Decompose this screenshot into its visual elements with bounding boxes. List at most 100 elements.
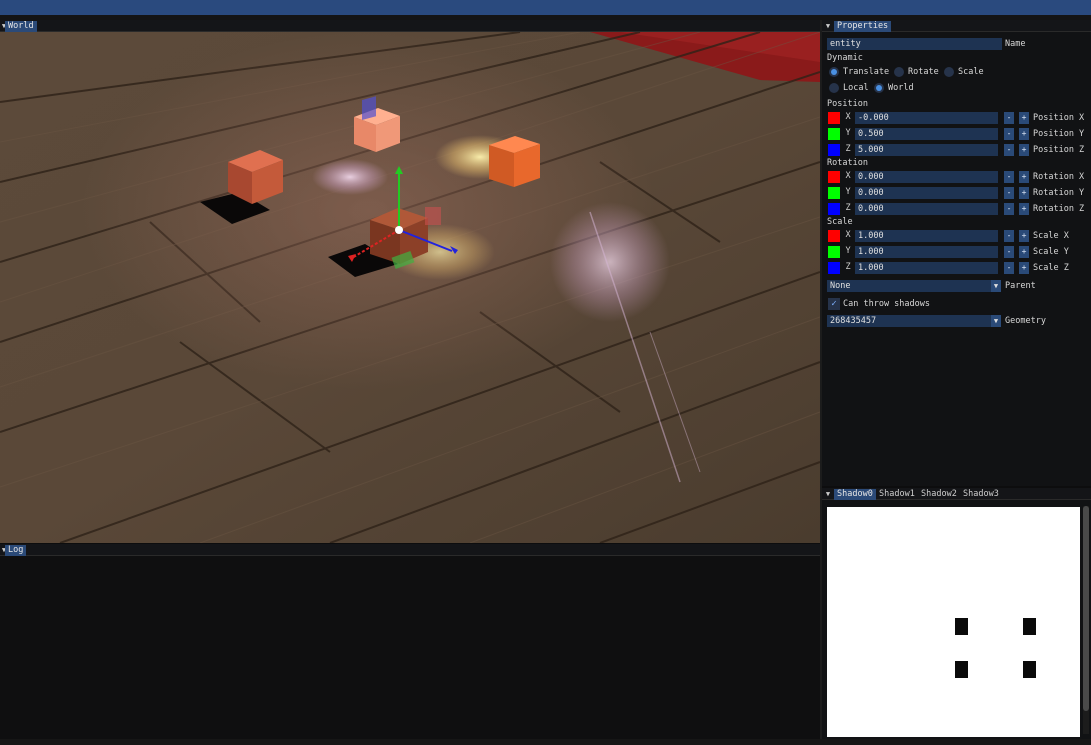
rotation-heading: Rotation <box>827 158 868 168</box>
position-z-label: Position Z <box>1033 145 1085 155</box>
tab-shadow0[interactable]: Shadow0 <box>834 489 876 500</box>
name-input[interactable]: entity <box>827 38 1002 50</box>
scale-y-label: Scale Y <box>1033 247 1069 257</box>
scroll-thumb[interactable] <box>1083 506 1089 711</box>
x-axis-swatch <box>828 112 840 124</box>
decrement-button[interactable]: - <box>1004 262 1014 274</box>
position-z-input[interactable]: 5.000 <box>855 144 998 156</box>
world-radio[interactable] <box>874 83 884 93</box>
axis-label: X <box>845 171 851 181</box>
geometry-combo[interactable]: 268435457 <box>827 315 991 327</box>
y-axis-swatch <box>828 128 840 140</box>
position-heading: Position <box>827 99 868 109</box>
axis-label: Z <box>845 262 851 272</box>
increment-button[interactable]: + <box>1019 230 1029 242</box>
x-axis-swatch <box>828 171 840 183</box>
z-axis-swatch <box>828 262 840 274</box>
shadow-panel: ▼ Shadow0 Shadow1 Shadow2 Shadow3 <box>822 488 1091 739</box>
world-label: World <box>888 83 914 93</box>
scale-z-input[interactable]: 1.000 <box>855 262 998 274</box>
scale-y-input[interactable]: 1.000 <box>855 246 998 258</box>
parent-label: Parent <box>1005 281 1036 291</box>
shadows-label: Can throw shadows <box>843 299 930 309</box>
triangle-down-icon[interactable]: ▼ <box>824 21 832 31</box>
properties-title-row: ▼ Properties <box>822 20 1091 32</box>
rotate-radio[interactable] <box>894 67 904 77</box>
z-axis-swatch <box>828 203 840 215</box>
tab-properties[interactable]: Properties <box>834 21 892 32</box>
decrement-button[interactable]: - <box>1004 112 1014 124</box>
parent-combo[interactable]: None <box>827 280 991 292</box>
tab-world[interactable]: World <box>5 21 37 32</box>
tab-log[interactable]: Log <box>5 545 27 556</box>
shadow-block <box>955 661 968 678</box>
scale-z-label: Scale Z <box>1033 263 1069 273</box>
decrement-button[interactable]: - <box>1004 187 1014 199</box>
cube-2 <box>354 108 400 152</box>
decrement-button[interactable]: - <box>1004 246 1014 258</box>
y-axis-swatch <box>828 187 840 199</box>
checkmark-icon[interactable]: ✓ <box>828 298 840 310</box>
decrement-button[interactable]: - <box>1004 230 1014 242</box>
decrement-button[interactable]: - <box>1004 203 1014 215</box>
cube-3 <box>489 136 540 187</box>
log-panel: ▼ Log <box>0 544 820 739</box>
axis-label: X <box>845 112 851 122</box>
increment-button[interactable]: + <box>1019 128 1029 140</box>
rotate-label: Rotate <box>908 67 939 77</box>
dynamic-label: Dynamic <box>827 53 863 63</box>
tab-shadow1[interactable]: Shadow1 <box>876 489 918 500</box>
shadow-block <box>1023 618 1036 635</box>
position-y-label: Position Y <box>1033 129 1085 139</box>
shadow-block <box>955 618 968 635</box>
world-viewport[interactable] <box>0 32 820 543</box>
shadow-title-row: ▼ Shadow0 Shadow1 Shadow2 Shadow3 <box>822 488 1091 500</box>
position-x-label: Position X <box>1033 113 1085 123</box>
rotation-y-input[interactable]: 0.000 <box>855 187 998 199</box>
increment-button[interactable]: + <box>1019 187 1029 199</box>
x-axis-swatch <box>828 230 840 242</box>
properties-panel: ▼ Properties entity Name Dynamic Transla… <box>822 20 1091 486</box>
title-bar <box>0 0 1091 15</box>
status-strip <box>0 739 1091 745</box>
increment-button[interactable]: + <box>1019 171 1029 183</box>
increment-button[interactable]: + <box>1019 203 1029 215</box>
shadow-scrollbar[interactable] <box>1083 506 1089 734</box>
scene-render <box>0 32 820 543</box>
local-radio[interactable] <box>829 83 839 93</box>
axis-label: Z <box>845 203 851 213</box>
triangle-down-icon[interactable]: ▼ <box>824 489 832 499</box>
axis-label: Y <box>845 128 851 138</box>
axis-label: Z <box>845 144 851 154</box>
decrement-button[interactable]: - <box>1004 128 1014 140</box>
tab-shadow3[interactable]: Shadow3 <box>960 489 1002 500</box>
axis-label: Y <box>845 246 851 256</box>
shadow-map-image <box>827 507 1080 737</box>
chevron-down-icon[interactable]: ▼ <box>991 280 1001 292</box>
position-x-input[interactable]: -0.000 <box>855 112 998 124</box>
world-panel: ▼ World <box>0 20 820 543</box>
chevron-down-icon[interactable]: ▼ <box>991 315 1001 327</box>
axis-label: X <box>845 230 851 240</box>
increment-button[interactable]: + <box>1019 246 1029 258</box>
scale-radio[interactable] <box>944 67 954 77</box>
translate-radio[interactable] <box>829 67 839 77</box>
rotation-x-input[interactable]: 0.000 <box>855 171 998 183</box>
rotation-z-input[interactable]: 0.000 <box>855 203 998 215</box>
increment-button[interactable]: + <box>1019 144 1029 156</box>
z-axis-swatch <box>828 144 840 156</box>
geometry-label: Geometry <box>1005 316 1046 326</box>
tab-shadow2[interactable]: Shadow2 <box>918 489 960 500</box>
scale-x-input[interactable]: 1.000 <box>855 230 998 242</box>
decrement-button[interactable]: - <box>1004 171 1014 183</box>
axis-label: Y <box>845 187 851 197</box>
increment-button[interactable]: + <box>1019 262 1029 274</box>
decrement-button[interactable]: - <box>1004 144 1014 156</box>
increment-button[interactable]: + <box>1019 112 1029 124</box>
translate-label: Translate <box>843 67 890 77</box>
position-y-input[interactable]: 0.500 <box>855 128 998 140</box>
scale-x-label: Scale X <box>1033 231 1069 241</box>
scale-heading: Scale <box>827 217 853 227</box>
scale-label: Scale <box>958 67 984 77</box>
rotation-z-label: Rotation Z <box>1033 204 1085 214</box>
